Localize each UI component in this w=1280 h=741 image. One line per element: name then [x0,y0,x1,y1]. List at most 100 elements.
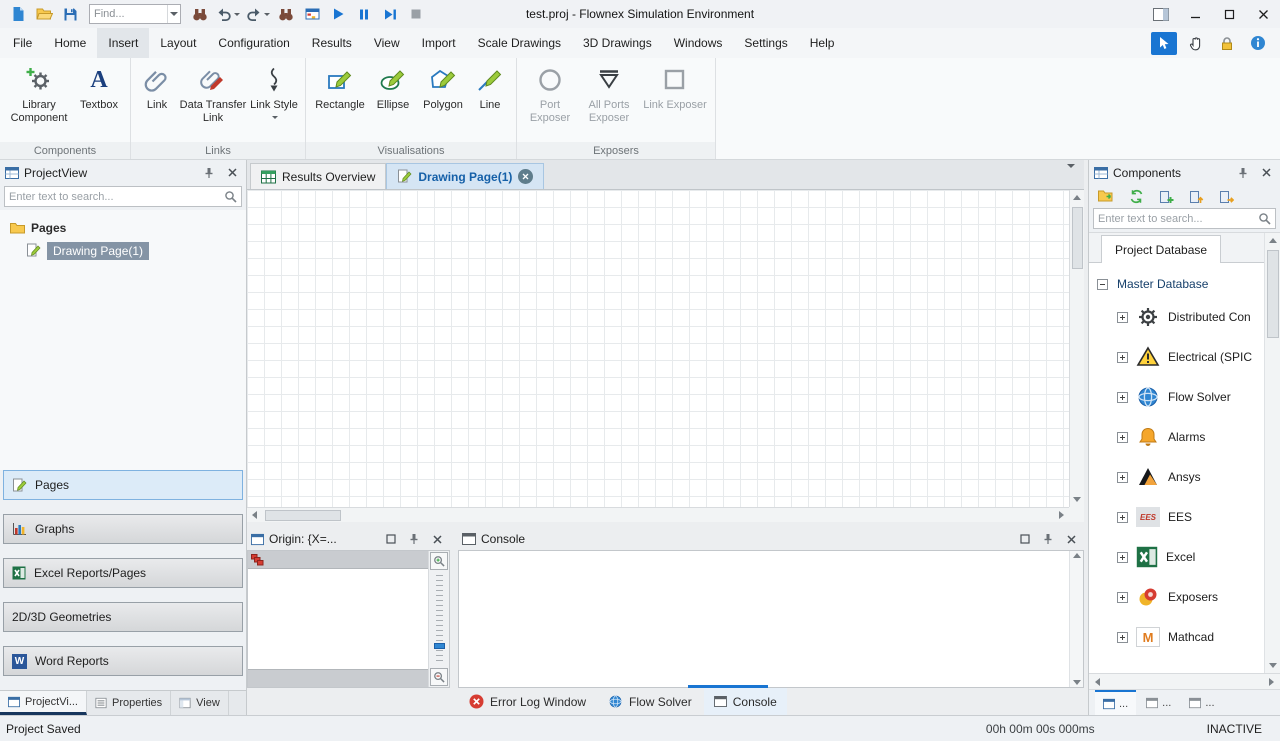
layout-panel-button[interactable] [1144,0,1178,28]
pin-button[interactable] [405,530,423,548]
ribbon-polygon-button[interactable]: Polygon [417,65,469,112]
nav-excel-reports-button[interactable]: Excel Reports/Pages [3,558,243,588]
menu-view[interactable]: View [363,28,411,58]
mini-tab-3[interactable]: ... [1181,690,1222,715]
add-library-button[interactable] [1154,184,1178,208]
minimize-button[interactable] [1178,0,1212,28]
nav-word-reports-button[interactable]: W Word Reports [3,646,243,676]
tab-console[interactable]: Console [703,688,787,715]
close-panel-button[interactable] [1062,530,1080,548]
ribbon-line-button[interactable]: Line [469,65,511,112]
canvas-vertical-scrollbar[interactable] [1069,190,1084,507]
tree-item-exposers[interactable]: Exposers [1089,577,1262,617]
pin-button[interactable] [1234,164,1252,182]
results-table-button[interactable] [300,3,324,25]
open-library-button[interactable] [1094,184,1118,208]
step-button[interactable] [378,3,402,25]
zoom-in-button[interactable] [430,552,448,570]
zoom-slider[interactable] [433,575,445,663]
drawing-canvas[interactable] [247,190,1069,507]
menu-file[interactable]: File [2,28,43,58]
nav-graphs-button[interactable]: Graphs [3,514,243,544]
tab-error-log[interactable]: Error Log Window [459,688,596,715]
expand-expander[interactable] [1117,511,1128,523]
tree-item-flow-solver[interactable]: Flow Solver [1089,377,1262,417]
expand-expander[interactable] [1117,591,1128,603]
menu-layout[interactable]: Layout [149,28,207,58]
menu-3d-drawings[interactable]: 3D Drawings [572,28,663,58]
scroll-right-button[interactable] [1264,674,1279,689]
ribbon-all-ports-exposer-button[interactable]: All Ports Exposer [578,65,640,125]
maximize-button[interactable] [1212,0,1246,28]
menu-results[interactable]: Results [301,28,363,58]
nav-geometries-button[interactable]: 2D/3D Geometries [3,602,243,632]
components-vertical-scrollbar[interactable] [1264,233,1280,673]
pin-button[interactable] [1039,530,1057,548]
tree-item-ansys[interactable]: Ansys [1089,457,1262,497]
tree-item-pages[interactable]: Pages [0,216,246,239]
components-horizontal-scrollbar[interactable] [1089,673,1280,689]
scroll-down-button[interactable] [1265,658,1280,673]
pause-button[interactable] [352,3,376,25]
save-button[interactable] [58,3,82,25]
scroll-right-button[interactable] [1054,508,1069,523]
ribbon-link-style-button[interactable]: Link Style [248,65,300,120]
close-panel-button[interactable] [223,164,241,182]
menu-scale-drawings[interactable]: Scale Drawings [467,28,572,58]
scroll-left-button[interactable] [247,508,262,523]
tree-item-ees[interactable]: EES EES [1089,497,1262,537]
scroll-down-button[interactable] [1070,492,1085,507]
components-search-box[interactable] [1093,208,1276,229]
ribbon-rectangle-button[interactable]: Rectangle [311,65,369,112]
tab-list-dropdown[interactable] [1058,163,1084,182]
scroll-down-button[interactable] [1072,680,1081,685]
export-library-button[interactable] [1214,184,1238,208]
tree-item-drawing-page[interactable]: Drawing Page(1) [0,239,246,262]
scroll-up-button[interactable] [1072,553,1081,558]
tree-item-mathcad[interactable]: M Mathcad [1089,617,1262,657]
origin-preview[interactable] [247,550,450,688]
menu-home[interactable]: Home [43,28,97,58]
lock-tool-button[interactable] [1215,31,1239,55]
import-library-button[interactable] [1184,184,1208,208]
refresh-button[interactable] [1124,184,1148,208]
tree-item-excel[interactable]: Excel [1089,537,1262,577]
ribbon-port-exposer-button[interactable]: Port Exposer [522,65,578,125]
close-panel-button[interactable] [1257,164,1275,182]
ribbon-link-button[interactable]: Link [136,65,178,112]
ribbon-link-exposer-button[interactable]: Link Exposer [640,65,710,112]
tree-item-electrical[interactable]: Electrical (SPIC [1089,337,1262,377]
select-tool-button[interactable] [1151,31,1177,55]
canvas-horizontal-scrollbar[interactable] [247,507,1069,522]
expand-expander[interactable] [1117,391,1128,403]
nav-pages-button[interactable]: Pages [3,470,243,500]
pan-tool-button[interactable] [1184,31,1208,55]
search-replace-button[interactable] [274,3,298,25]
scroll-left-button[interactable] [1090,674,1105,689]
tab-drawing-page[interactable]: Drawing Page(1) [386,163,545,189]
close-button[interactable] [1246,0,1280,28]
expand-expander[interactable] [1117,431,1128,443]
tab-flow-solver[interactable]: Flow Solver [598,688,702,715]
find-input[interactable] [90,8,167,20]
mini-tab-1[interactable]: ... [1095,690,1137,715]
scroll-thumb[interactable] [1071,207,1083,269]
expand-expander[interactable] [1117,311,1128,323]
zoom-slider-handle[interactable] [433,643,445,649]
tab-results-overview[interactable]: Results Overview [250,163,387,189]
find-next-button[interactable] [188,3,212,25]
search-icon[interactable] [224,190,237,203]
menu-import[interactable]: Import [411,28,467,58]
collapse-expander[interactable] [1097,278,1108,290]
menu-settings[interactable]: Settings [733,28,798,58]
scroll-up-button[interactable] [1070,190,1085,205]
ribbon-data-transfer-link-button[interactable]: Data Transfer Link [178,65,248,125]
menu-configuration[interactable]: Configuration [207,28,300,58]
expand-expander[interactable] [1117,471,1128,483]
scroll-thumb[interactable] [1266,250,1279,338]
tab-view[interactable]: View [171,691,229,715]
tab-project-view[interactable]: ProjectVi... [0,691,87,715]
undo-button[interactable] [214,3,242,25]
expand-expander[interactable] [1117,351,1128,363]
new-file-button[interactable] [6,3,30,25]
